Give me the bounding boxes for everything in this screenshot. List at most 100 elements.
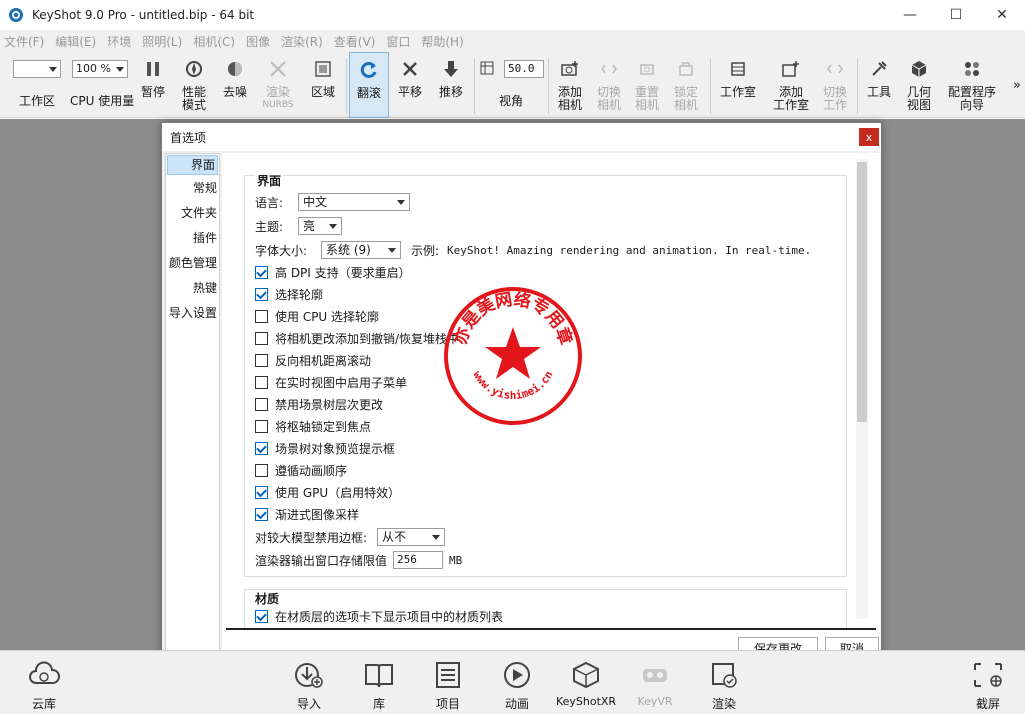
nurbs-icon (267, 58, 289, 80)
language-select[interactable]: 中文 (298, 193, 410, 211)
render-limit-input[interactable]: 256 (393, 551, 444, 569)
switch-studio-button[interactable]: 切换 工作 (817, 52, 853, 118)
checkbox[interactable] (255, 508, 268, 521)
library-button[interactable]: 库 (344, 659, 414, 712)
checkbox-row[interactable]: 选择轮廓 (255, 286, 323, 303)
checkbox-row[interactable]: 在材质层的选项卡下显示项目中的材质列表 (255, 608, 503, 625)
menu-help[interactable]: 帮助(H) (421, 33, 463, 50)
render-limit-unit: MB (449, 553, 463, 567)
window-title: KeyShot 9.0 Pro - untitled.bip - 64 bit (32, 8, 255, 22)
import-button[interactable]: 导入 (274, 659, 344, 712)
checkbox[interactable] (255, 464, 268, 477)
checkbox[interactable] (255, 310, 268, 323)
content-scrollbar[interactable] (856, 159, 868, 619)
scrollbar-thumb[interactable] (857, 162, 867, 422)
lock-camera-button[interactable]: 锁定 相机 (668, 52, 704, 118)
performance-mode-button[interactable]: 性能 模式 (174, 52, 214, 118)
configurator-wizard-button[interactable]: 配置程序 向导 (942, 52, 1002, 118)
checkbox-row[interactable]: 将枢轴锁定到焦点 (255, 418, 371, 435)
checkbox[interactable] (255, 610, 268, 623)
denoise-button[interactable]: 去噪 (218, 52, 252, 118)
tools-button[interactable]: 工具 (861, 52, 897, 118)
font-size-select[interactable]: 系统 (9) (321, 241, 401, 259)
menu-camera[interactable]: 相机(C) (193, 33, 235, 50)
tumble-icon (358, 59, 380, 81)
nav-item-interface[interactable]: 界面 (167, 155, 218, 175)
dolly-button[interactable]: 推移 (432, 52, 470, 118)
pan-button[interactable]: 平移 (392, 52, 428, 118)
checkbox-row[interactable]: 在实时视图中启用子菜单 (255, 374, 407, 391)
large-model-select[interactable]: 从不 (377, 528, 446, 546)
menu-edit[interactable]: 编辑(E) (55, 33, 96, 50)
cpu-usage-select[interactable]: 100 % (72, 60, 128, 78)
performance-mode-label-2: 模式 (181, 98, 206, 112)
region-button[interactable]: 区域 (304, 52, 342, 118)
configurator-wizard-label-2: 向导 (959, 98, 984, 112)
checkbox-row[interactable]: 渐进式图像采样 (255, 506, 359, 523)
checkbox-row[interactable]: 场景树对象预览提示框 (255, 440, 395, 457)
minimize-button[interactable]: — (887, 0, 933, 30)
field-of-view-input[interactable]: 50.0 (504, 60, 544, 78)
render-nurbs-button[interactable]: 渲染 NURBS (258, 52, 298, 118)
checkbox[interactable] (255, 486, 268, 499)
studio-button[interactable]: 工作室 (716, 52, 760, 118)
keyvr-button[interactable]: KeyVR (620, 659, 690, 708)
nav-item-plugins[interactable]: 插件 (166, 226, 219, 251)
nav-item-general[interactable]: 常规 (166, 176, 219, 201)
nav-item-import-settings[interactable]: 导入设置 (166, 301, 219, 326)
checkbox-row[interactable]: 高 DPI 支持（要求重启） (255, 264, 411, 281)
project-label: 项目 (435, 697, 460, 711)
nav-item-color-management[interactable]: 颜色管理 (166, 251, 219, 276)
material-group: 材质 在材质层的选项卡下显示项目中的材质列表 (244, 589, 847, 629)
checkbox-row[interactable]: 将相机更改添加到撤销/恢复堆栈中 (255, 330, 459, 347)
menu-window[interactable]: 窗口 (386, 33, 410, 50)
nav-item-folders[interactable]: 文件夹 (166, 201, 219, 226)
add-camera-button[interactable]: 添加 相机 (551, 52, 589, 118)
checkbox-row[interactable]: 使用 CPU 选择轮廓 (255, 308, 379, 325)
theme-select[interactable]: 亮 (298, 217, 342, 235)
checkbox[interactable] (255, 376, 268, 389)
menu-render[interactable]: 渲染(R) (281, 33, 323, 50)
dialog-title: 首选项 (170, 130, 207, 145)
switch-camera-button[interactable]: 切换 相机 (591, 52, 627, 118)
animation-button[interactable]: 动画 (482, 659, 552, 712)
checkbox[interactable] (255, 288, 268, 301)
nav-item-hotkeys[interactable]: 热键 (166, 276, 219, 301)
tumble-button[interactable]: 翻滚 (349, 52, 389, 118)
checkbox[interactable] (255, 420, 268, 433)
checkbox[interactable] (255, 332, 268, 345)
menu-view[interactable]: 查看(V) (334, 33, 376, 50)
checkbox[interactable] (255, 266, 268, 279)
menu-image[interactable]: 图像 (246, 33, 270, 50)
reset-camera-icon (636, 58, 658, 80)
menu-file[interactable]: 文件(F) (4, 33, 44, 50)
keyshot-logo-icon (9, 8, 23, 22)
close-window-button[interactable]: ✕ (979, 0, 1025, 30)
maximize-button[interactable]: ☐ (933, 0, 979, 30)
checkbox-label: 反向相机距离滚动 (275, 354, 372, 368)
screenshot-button[interactable]: 截屏 (953, 659, 1023, 712)
add-studio-button[interactable]: 添加 工作室 (768, 52, 814, 118)
switch-studio-icon (824, 58, 846, 80)
workspace-select[interactable] (13, 60, 61, 78)
render-button[interactable]: 渲染 (689, 659, 759, 712)
checkbox[interactable] (255, 354, 268, 367)
reset-camera-button[interactable]: 重置 相机 (629, 52, 665, 118)
checkbox-row[interactable]: 反向相机距离滚动 (255, 352, 371, 369)
cloud-library-button[interactable]: 云库 (9, 659, 79, 712)
checkbox[interactable] (255, 398, 268, 411)
menu-lighting[interactable]: 照明(L) (142, 33, 182, 50)
geometry-view-button[interactable]: 几何 视图 (900, 52, 938, 118)
pause-label: 暂停 (140, 85, 165, 99)
checkbox-row[interactable]: 遵循动画顺序 (255, 462, 347, 479)
project-list-icon (432, 659, 464, 691)
pause-button[interactable]: 暂停 (136, 52, 170, 118)
checkbox-row[interactable]: 禁用场景树层次更改 (255, 396, 383, 413)
keyshotxr-button[interactable]: KeyShotXR (551, 659, 621, 708)
checkbox-row[interactable]: 使用 GPU（启用特效） (255, 484, 400, 501)
menu-environment[interactable]: 环境 (107, 33, 131, 50)
checkbox[interactable] (255, 442, 268, 455)
project-button[interactable]: 项目 (413, 659, 483, 712)
toolbar-overflow-button[interactable]: » (1013, 78, 1021, 93)
dialog-close-button[interactable]: x (859, 128, 879, 146)
